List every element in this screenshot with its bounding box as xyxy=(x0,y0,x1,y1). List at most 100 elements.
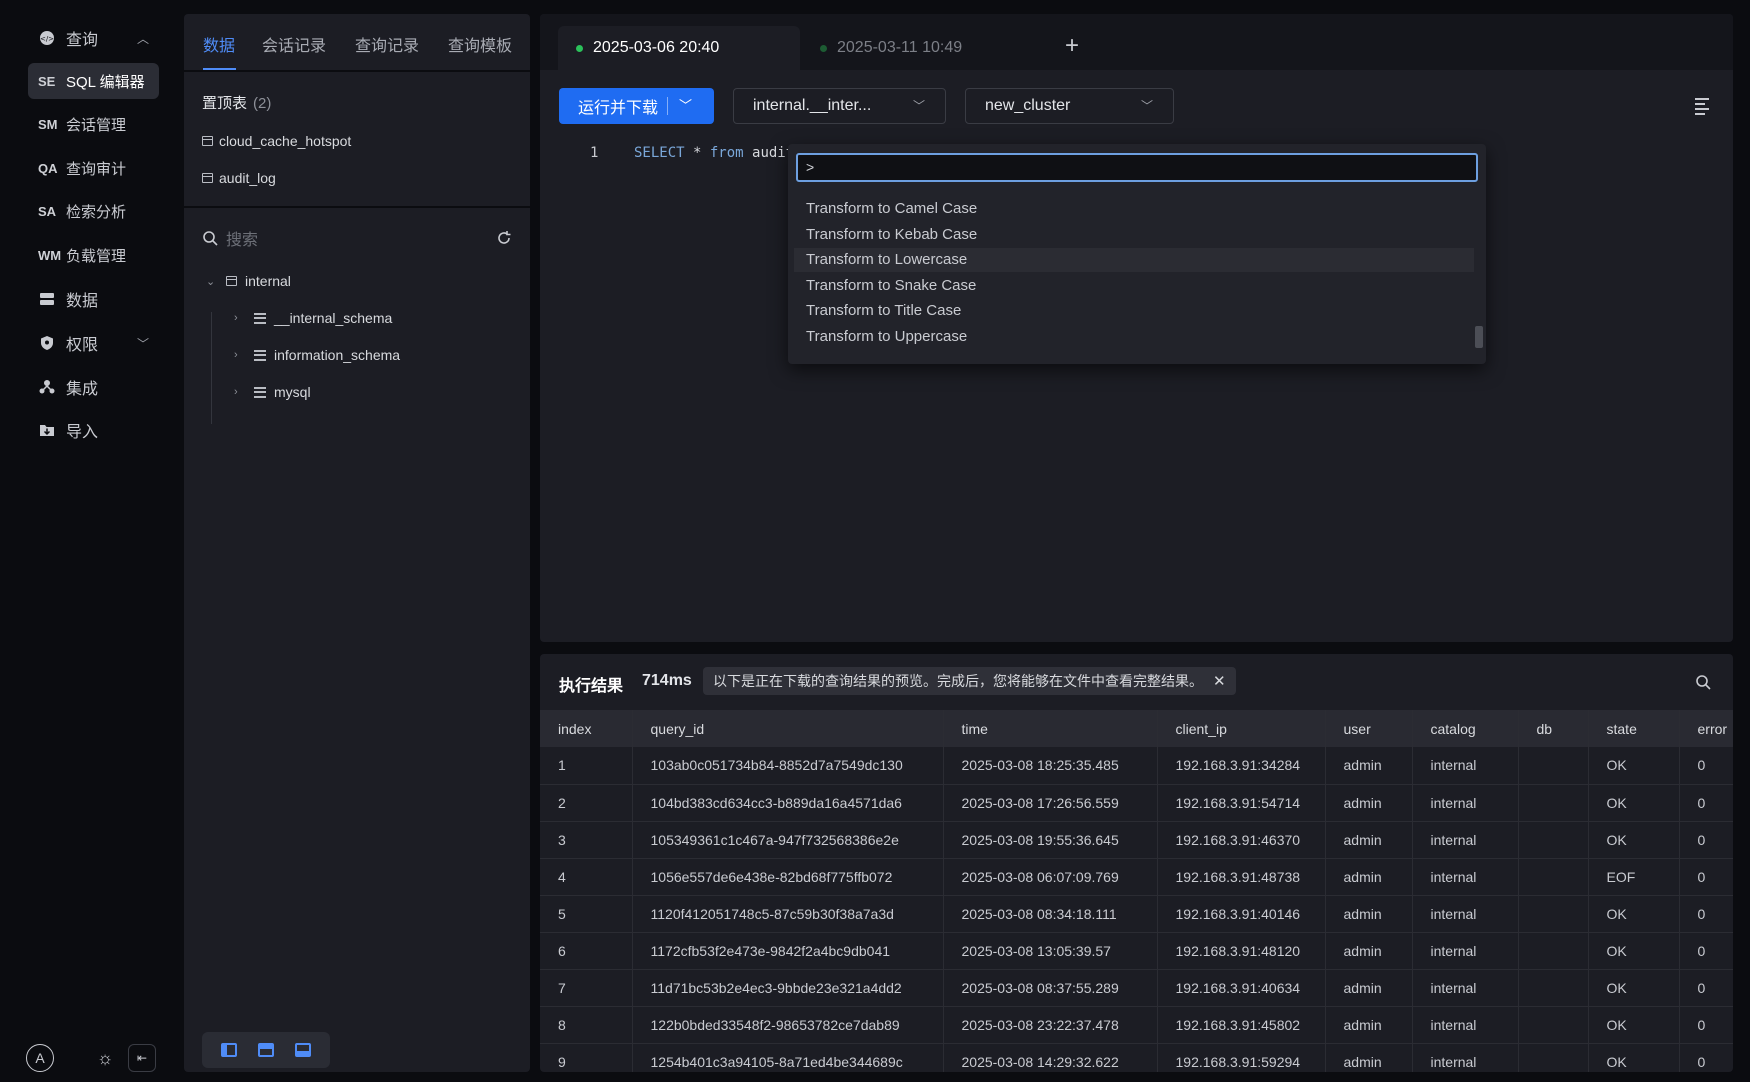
command-item[interactable]: Transform to Kebab Case xyxy=(794,223,1474,247)
layout-left-icon[interactable] xyxy=(220,1043,237,1057)
command-palette-input[interactable]: > xyxy=(796,153,1478,182)
pinned-table-item[interactable]: audit_log xyxy=(202,170,276,186)
table-cell: OK xyxy=(1587,747,1679,785)
chevron-down-icon[interactable]: ﹀ xyxy=(137,335,149,352)
command-item[interactable]: Transform to Title Case xyxy=(794,299,1474,323)
table-cell: 0 xyxy=(1678,932,1733,970)
layout-bottom-icon[interactable] xyxy=(295,1043,312,1057)
command-item[interactable]: Transform to Camel Case xyxy=(794,197,1474,221)
results-table: index query_id time client_ip user catal… xyxy=(540,710,1733,1072)
nav-abbr: SE xyxy=(38,73,56,89)
search-bar[interactable]: 搜索 xyxy=(202,225,512,251)
close-icon[interactable]: ✕ xyxy=(1213,672,1226,690)
table-cell: EOF xyxy=(1587,858,1679,896)
command-item[interactable]: Transform to Lowercase xyxy=(794,248,1474,272)
avatar[interactable]: A xyxy=(26,1044,54,1072)
table-cell: 192.168.3.91:46370 xyxy=(1156,821,1325,859)
nav-item-workload-management[interactable]: WM 负载管理 xyxy=(28,237,159,273)
nav-item-integration[interactable]: 集成 xyxy=(28,369,159,405)
tab-session-history[interactable]: 会话记录 xyxy=(262,32,326,56)
tab-data[interactable]: 数据 xyxy=(203,32,235,56)
nav-item-sql-editor[interactable]: SE SQL 编辑器 xyxy=(28,63,159,99)
format-menu-icon[interactable] xyxy=(1695,98,1709,118)
search-icon[interactable] xyxy=(1695,674,1711,690)
table-cell: internal xyxy=(1411,821,1518,859)
nav-item-data[interactable]: 数据 xyxy=(28,281,159,317)
table-cell: 2 xyxy=(540,784,632,822)
table-cell: 0 xyxy=(1678,895,1733,933)
table-row[interactable]: 2 104bd383cd634cc3-b889da16a4571da6 2025-0… xyxy=(540,784,1733,822)
nav-item-query-audit[interactable]: QA 查询审计 xyxy=(28,150,159,186)
divider xyxy=(667,97,668,115)
results-panel: 执行结果 714ms 以下是正在下载的查询结果的预览。完成后，您将能够在文件中查… xyxy=(540,654,1733,1072)
tab-query-history[interactable]: 查询记录 xyxy=(355,32,419,56)
nav-group-query[interactable]: </> 查询 ︿ xyxy=(28,20,159,56)
data-browser-panel: 数据 会话记录 查询记录 查询模板 置顶表 (2) cloud_cache_hot… xyxy=(184,14,530,1072)
column-header[interactable]: index xyxy=(540,710,632,747)
table-row[interactable]: 6 1172cfb53f2e473e-9842f2a4bc9db041 2025-0… xyxy=(540,932,1733,970)
column-header[interactable]: query_id xyxy=(631,710,943,747)
tree-node-schema[interactable]: › mysql xyxy=(234,384,311,400)
chevron-up-icon[interactable]: ︿ xyxy=(137,30,149,47)
editor-tab[interactable]: 2025-03-11 10:49 xyxy=(802,26,1044,70)
code-keyword: from xyxy=(709,145,744,161)
table-cell: OK xyxy=(1587,895,1679,933)
editor-tab[interactable]: 2025-03-06 20:40 xyxy=(558,26,800,70)
column-header[interactable]: user xyxy=(1324,710,1412,747)
table-row[interactable]: 5 1120f412051748c5-87c59b30f38a7a3d 2025-0… xyxy=(540,895,1733,933)
table-row[interactable]: 4 1056e557de6e438e-82bd68f775ffb072 2025-0… xyxy=(540,858,1733,896)
chevron-right-icon[interactable]: › xyxy=(234,349,246,361)
chevron-right-icon[interactable]: › xyxy=(234,386,246,398)
column-header[interactable]: time xyxy=(942,710,1157,747)
table-row[interactable]: 8 122b0bded33548f2-98653782ce7dab89 2025-0… xyxy=(540,1006,1733,1044)
table-row[interactable]: 3 105349361c1c467a-947f732568386e2e 2025-0… xyxy=(540,821,1733,859)
table-cell: 192.168.3.91:48738 xyxy=(1156,858,1325,896)
code-line[interactable]: SELECT * from audit xyxy=(634,145,794,161)
pinned-table-item[interactable]: cloud_cache_hotspot xyxy=(202,133,351,149)
theme-toggle-button[interactable]: ☼ xyxy=(91,1044,119,1072)
nav-group-permissions[interactable]: 权限 ﹀ xyxy=(28,325,159,361)
nav-item-session-management[interactable]: SM 会话管理 xyxy=(28,106,159,142)
tree-node-schema[interactable]: › __internal_schema xyxy=(234,310,392,326)
column-header[interactable]: error xyxy=(1678,710,1733,747)
table-cell: 6 xyxy=(540,932,632,970)
table-row[interactable]: 1 103ab0c051734b84-8852d7a7549dc130 2025-0… xyxy=(540,747,1733,785)
nav-abbr: WM xyxy=(38,247,62,263)
catalog-select[interactable]: internal.__inter... ﹀ xyxy=(733,88,946,124)
cluster-select[interactable]: new_cluster ﹀ xyxy=(965,88,1174,124)
nav-label: 数据 xyxy=(66,293,99,310)
table-cell: admin xyxy=(1324,969,1412,1007)
table-row[interactable]: 7 11d71bc53b2e4ec3-9bbde23e321a4dd2 2025-0… xyxy=(540,969,1733,1007)
run-and-download-button[interactable]: 运行并下载 ﹀ xyxy=(559,88,714,124)
command-item[interactable]: Transform to Snake Case xyxy=(794,274,1474,298)
table-cell: internal xyxy=(1411,784,1518,822)
code-token: audit xyxy=(743,145,795,161)
pinned-tables-header: 置顶表 (2) xyxy=(202,92,271,113)
catalog-select-value: internal.__inter... xyxy=(753,97,872,114)
chevron-right-icon[interactable]: › xyxy=(234,312,246,324)
tab-query-templates[interactable]: 查询模板 xyxy=(448,32,512,56)
refresh-icon[interactable] xyxy=(496,230,512,246)
layout-top-icon[interactable] xyxy=(257,1043,274,1057)
column-header[interactable]: client_ip xyxy=(1156,710,1325,747)
table-cell: 192.168.3.91:59294 xyxy=(1156,1043,1325,1072)
column-header[interactable]: db xyxy=(1517,710,1588,747)
column-header[interactable]: catalog xyxy=(1411,710,1518,747)
nav-item-search-analysis[interactable]: SA 检索分析 xyxy=(28,193,159,229)
column-header[interactable]: state xyxy=(1587,710,1679,747)
table-cell: internal xyxy=(1411,969,1518,1007)
search-input[interactable]: 搜索 xyxy=(226,226,496,250)
collapse-sidebar-button[interactable]: ⇤ xyxy=(128,1044,156,1072)
table-row[interactable]: 9 1254b401c3a94105-8a71ed4be344689c 2025-0… xyxy=(540,1043,1733,1072)
palette-scrollbar[interactable] xyxy=(1475,326,1483,348)
table-cell: OK xyxy=(1587,969,1679,1007)
table-cell xyxy=(1517,1006,1588,1044)
chevron-down-icon[interactable]: ⌄ xyxy=(206,275,218,288)
tree-node-catalog[interactable]: ⌄ internal xyxy=(206,273,291,289)
tree-node-schema[interactable]: › information_schema xyxy=(234,347,400,363)
chevron-down-icon[interactable]: ﹀ xyxy=(679,95,692,114)
command-item[interactable]: Transform to Uppercase xyxy=(794,325,1474,349)
table-cell: internal xyxy=(1411,1043,1518,1072)
nav-item-import[interactable]: 导入 xyxy=(28,412,159,448)
add-tab-button[interactable]: + xyxy=(1065,32,1079,60)
